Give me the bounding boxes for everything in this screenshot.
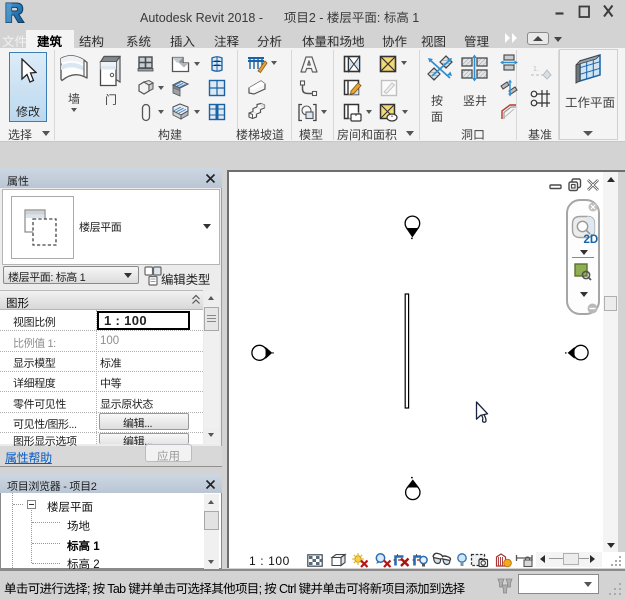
svg-text:1.: 1. xyxy=(533,66,539,73)
